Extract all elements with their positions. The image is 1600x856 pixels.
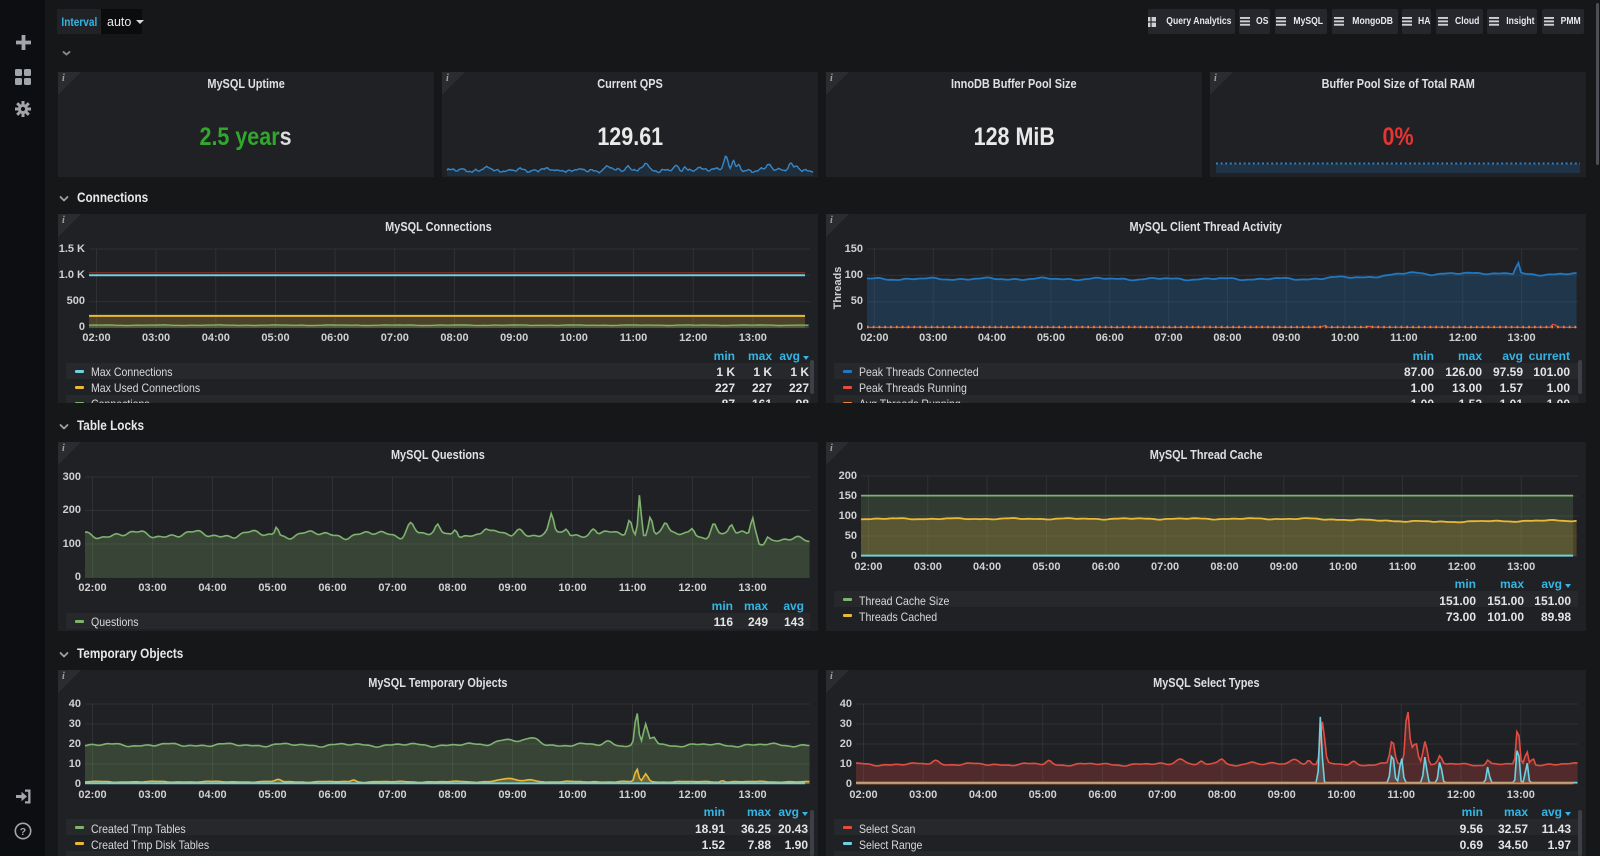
svg-text:?: ? <box>20 826 26 838</box>
